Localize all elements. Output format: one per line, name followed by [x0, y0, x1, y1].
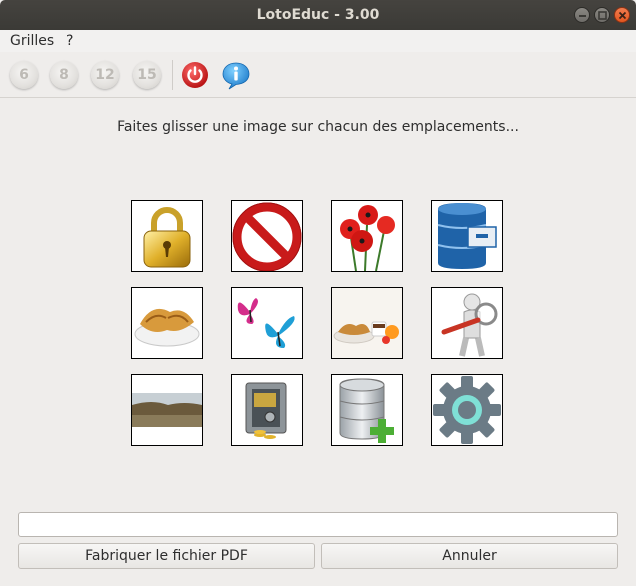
make-pdf-button[interactable]: Fabriquer le fichier PDF — [18, 543, 315, 569]
grid-15-button[interactable]: 15 — [133, 61, 161, 89]
minimize-icon[interactable] — [574, 7, 590, 23]
breakfast-image[interactable] — [331, 287, 403, 359]
database-add-image[interactable] — [331, 374, 403, 446]
menu-grilles[interactable]: Grilles — [10, 33, 54, 49]
window-titlebar: LotoEduc - 3.00 — [0, 0, 636, 30]
landscape-photo-image[interactable] — [131, 374, 203, 446]
cancel-button[interactable]: Annuler — [321, 543, 618, 569]
grid-6-button[interactable]: 6 — [10, 61, 38, 89]
safe-money-image[interactable] — [231, 374, 303, 446]
maximize-icon[interactable] — [594, 7, 610, 23]
instruction-text: Faites glisser une image sur chacun des … — [117, 119, 519, 135]
settings-gear-image[interactable] — [431, 374, 503, 446]
toolbar: 6 8 12 15 — [0, 52, 636, 98]
forbidden-sign-image[interactable] — [231, 200, 303, 272]
padlock-image[interactable] — [131, 200, 203, 272]
power-icon[interactable] — [181, 61, 209, 89]
menu-help[interactable]: ? — [66, 33, 73, 49]
toolbar-separator — [172, 60, 173, 90]
info-icon[interactable] — [221, 61, 250, 90]
magnifier-person-image[interactable] — [431, 287, 503, 359]
database-drawer-image[interactable] — [431, 200, 503, 272]
grid-12-button[interactable]: 12 — [91, 61, 119, 89]
close-icon[interactable] — [614, 7, 630, 23]
grid-8-button[interactable]: 8 — [50, 61, 78, 89]
croissants-image[interactable] — [131, 287, 203, 359]
filename-field[interactable] — [18, 512, 618, 537]
butterflies-image[interactable] — [231, 287, 303, 359]
window-title: LotoEduc - 3.00 — [256, 7, 380, 23]
menu-bar: Grilles ? — [0, 30, 636, 52]
poppies-image[interactable] — [331, 200, 403, 272]
